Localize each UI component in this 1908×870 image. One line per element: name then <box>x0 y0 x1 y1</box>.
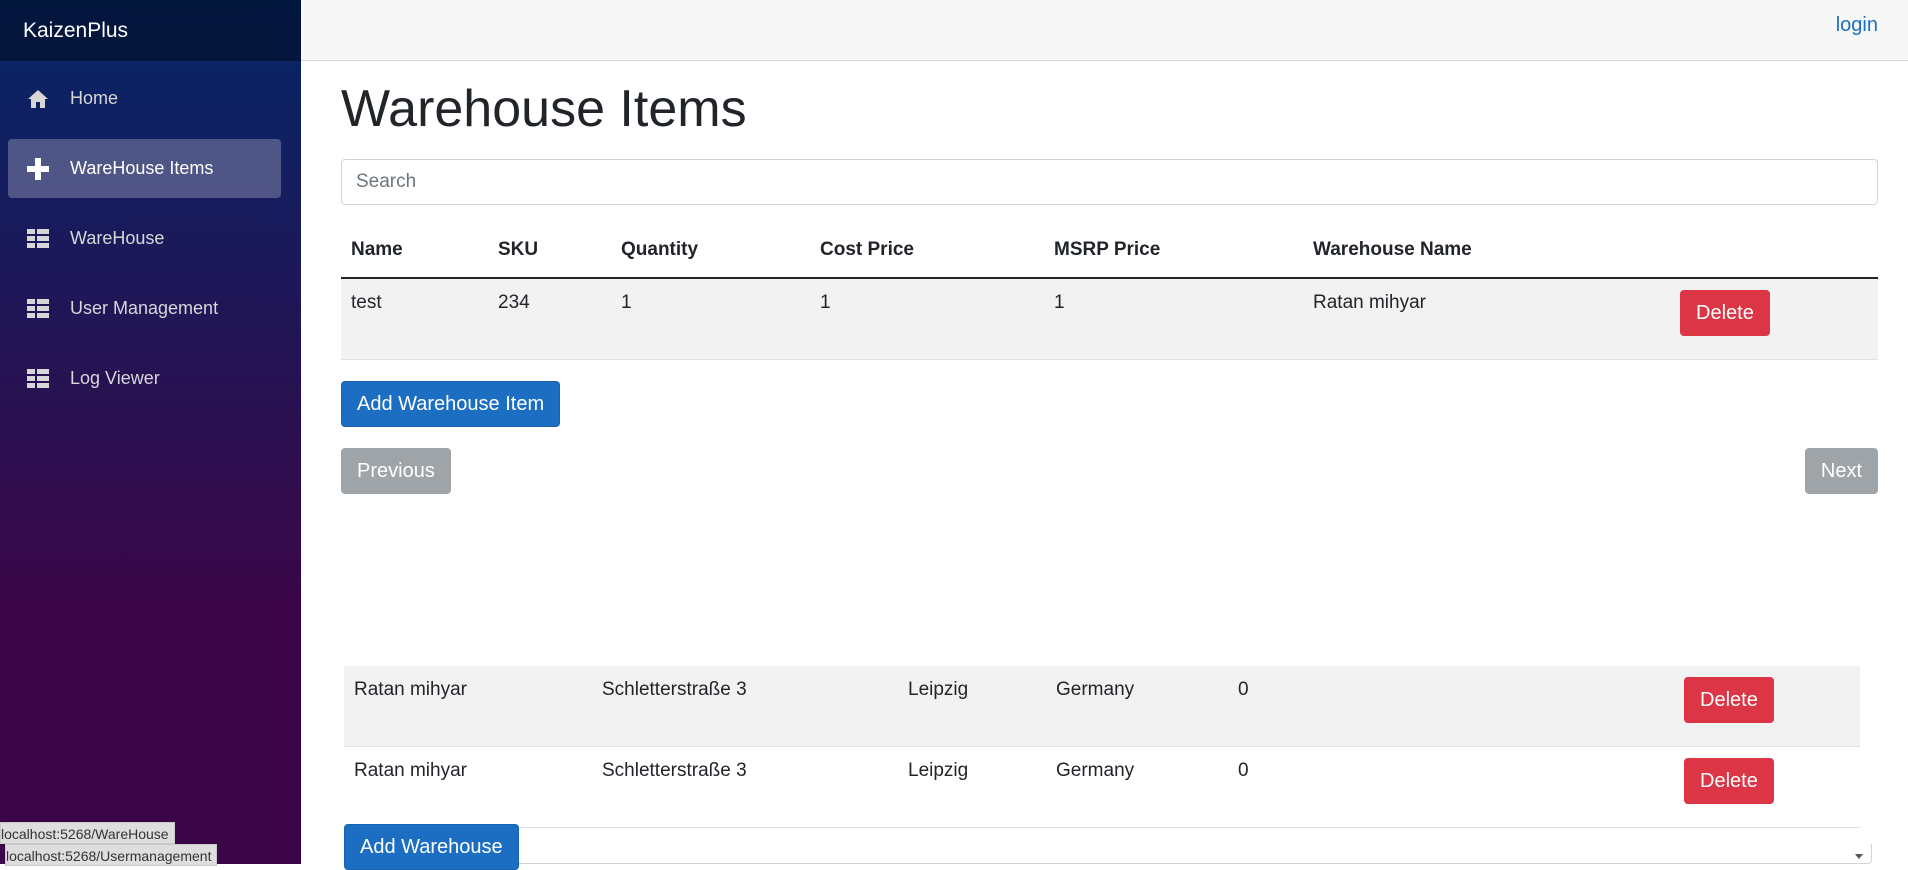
sidebar-item-label: User Management <box>70 298 219 318</box>
list-icon <box>26 297 50 321</box>
add-warehouse-item-button[interactable]: Add Warehouse Item <box>341 381 561 427</box>
column-header-cost-price: Cost Price <box>810 223 1044 279</box>
status-url: localhost:5268/WareHouse <box>0 822 175 844</box>
delete-button[interactable]: Delete <box>1684 758 1774 804</box>
cell-street: Schletterstraße 3 <box>592 746 898 828</box>
sidebar-item-label: Log Viewer <box>70 368 160 388</box>
cell-cost-price: 1 <box>810 278 1044 360</box>
add-warehouse-button[interactable]: Add Warehouse <box>344 824 519 870</box>
sidebar-item-warehouse[interactable]: WareHouse <box>8 209 281 268</box>
sidebar-item-home[interactable]: Home <box>8 69 281 128</box>
table-header-row: Name SKU Quantity Cost Price MSRP Price … <box>341 223 1878 279</box>
warehouses-table: Ratan mihyar Schletterstraße 3 Leipzig G… <box>344 666 1860 828</box>
cell-country: Germany <box>1046 746 1228 828</box>
cell-country: Germany <box>1046 666 1228 747</box>
brand-link[interactable]: KaizenPlus <box>23 19 128 43</box>
sidebar: KaizenPlus Home WareHouse Items WareHous… <box>0 0 301 864</box>
cell-quantity: 1 <box>611 278 810 360</box>
pagination: Previous Next <box>341 448 1878 496</box>
plus-icon <box>26 157 50 181</box>
cell-msrp-price: 1 <box>1044 278 1303 360</box>
sidebar-item-label: Home <box>70 88 119 108</box>
cell-actions: Delete <box>1674 746 1860 828</box>
delete-button[interactable]: Delete <box>1684 677 1774 723</box>
list-icon <box>26 367 50 391</box>
cell-count: 0 <box>1228 746 1674 828</box>
cell-warehouse-name: Ratan mihyar <box>344 666 592 747</box>
cell-count: 0 <box>1228 666 1674 747</box>
top-bar: login <box>301 0 1908 61</box>
previous-button[interactable]: Previous <box>341 448 451 494</box>
cell-city: Leipzig <box>898 746 1046 828</box>
page-title: Warehouse Items <box>341 80 747 138</box>
cell-actions: Delete <box>1670 278 1878 360</box>
sidebar-item-log-viewer[interactable]: Log Viewer <box>8 349 281 408</box>
sidebar-item-user-management[interactable]: User Management <box>8 279 281 338</box>
cell-warehouse-name: Ratan mihyar <box>344 746 592 828</box>
delete-button[interactable]: Delete <box>1680 290 1770 336</box>
warehouse-panel: Ratan mihyar Schletterstraße 3 Leipzig G… <box>304 656 1899 870</box>
brand-bar: KaizenPlus <box>0 0 301 61</box>
table-row: test 234 1 1 1 Ratan mihyar Delete <box>341 278 1878 360</box>
column-header-actions <box>1670 223 1878 279</box>
cell-sku: 234 <box>488 278 611 360</box>
column-header-quantity: Quantity <box>611 223 810 279</box>
column-header-msrp-price: MSRP Price <box>1044 223 1303 279</box>
cell-street: Schletterstraße 3 <box>592 666 898 747</box>
column-header-name: Name <box>341 223 488 279</box>
login-link[interactable]: login <box>1836 14 1878 37</box>
table-row: Ratan mihyar Schletterstraße 3 Leipzig G… <box>344 746 1860 828</box>
cell-actions: Delete <box>1674 666 1860 747</box>
home-icon <box>26 87 50 111</box>
list-icon <box>26 227 50 251</box>
status-url: localhost:5268/Usermanagement <box>5 844 218 866</box>
warehouse-items-table: Name SKU Quantity Cost Price MSRP Price … <box>341 223 1878 360</box>
lower-input-frame <box>354 844 1872 864</box>
nav-menu: Home WareHouse Items WareHouse User Mana… <box>0 61 301 408</box>
column-header-sku: SKU <box>488 223 611 279</box>
main-content: Warehouse Items Name SKU Quantity Cost P… <box>341 61 1878 496</box>
sidebar-item-warehouse-items[interactable]: WareHouse Items <box>8 139 281 198</box>
cell-name: test <box>341 278 488 360</box>
sidebar-item-label: WareHouse <box>70 228 165 248</box>
search-input[interactable] <box>341 159 1878 205</box>
next-button[interactable]: Next <box>1804 448 1878 494</box>
cell-city: Leipzig <box>898 666 1046 747</box>
column-header-warehouse-name: Warehouse Name <box>1303 223 1670 279</box>
table-row: Ratan mihyar Schletterstraße 3 Leipzig G… <box>344 666 1860 747</box>
add-item-wrap: Add Warehouse Item <box>341 381 1878 427</box>
caret-down-icon[interactable] <box>1855 854 1863 859</box>
sidebar-item-label: WareHouse Items <box>70 158 214 178</box>
cell-warehouse-name: Ratan mihyar <box>1303 278 1670 360</box>
